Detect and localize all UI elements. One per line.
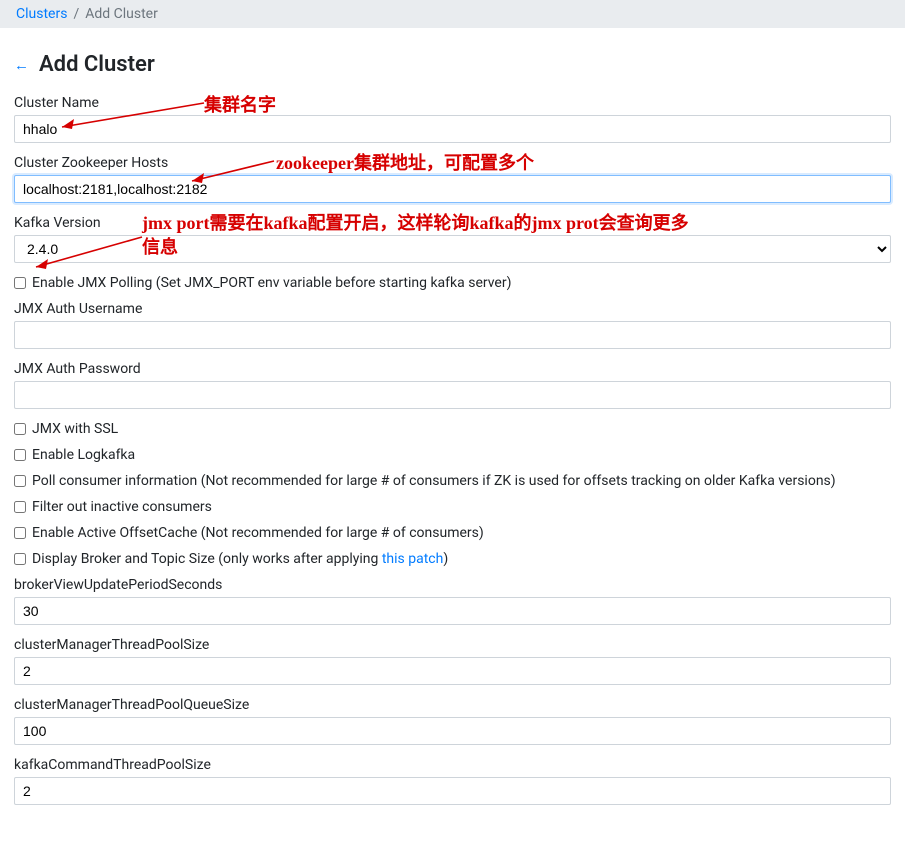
jmx-username-group: JMX Auth Username — [14, 301, 891, 349]
kafka-cmd-pool-size-label: kafkaCommandThreadPoolSize — [14, 757, 891, 773]
zk-hosts-input[interactable] — [14, 175, 891, 203]
broker-view-update-seconds-input[interactable] — [14, 597, 891, 625]
zk-hosts-group: Cluster Zookeeper Hosts zookeeper集群地址，可配… — [14, 155, 891, 203]
cluster-name-group: Cluster Name 集群名字 — [14, 95, 891, 143]
broker-view-update-seconds-group: brokerViewUpdatePeriodSeconds — [14, 577, 891, 625]
enable-logkafka-label: Enable Logkafka — [32, 447, 135, 463]
cluster-mgr-pool-size-input[interactable] — [14, 657, 891, 685]
jmx-username-label: JMX Auth Username — [14, 301, 891, 317]
filter-inactive-consumers-label: Filter out inactive consumers — [32, 499, 212, 515]
jmx-password-group: JMX Auth Password — [14, 361, 891, 409]
page-title: Add Cluster — [39, 52, 155, 77]
enable-active-offset-cache-label: Enable Active OffsetCache (Not recommend… — [32, 525, 484, 541]
display-broker-topic-size-label: Display Broker and Topic Size (only work… — [32, 551, 448, 567]
poll-consumer-info-row: Poll consumer information (Not recommend… — [14, 473, 891, 489]
cluster-mgr-pool-size-label: clusterManagerThreadPoolSize — [14, 637, 891, 653]
page-title-row: ← Add Cluster — [14, 52, 891, 77]
broker-view-update-seconds-label: brokerViewUpdatePeriodSeconds — [14, 577, 891, 593]
enable-active-offset-cache-checkbox[interactable] — [14, 527, 26, 539]
kafka-cmd-pool-size-group: kafkaCommandThreadPoolSize — [14, 757, 891, 805]
kafka-version-select[interactable]: 2.4.0 — [14, 235, 891, 263]
enable-logkafka-row: Enable Logkafka — [14, 447, 891, 463]
jmx-password-label: JMX Auth Password — [14, 361, 891, 377]
cluster-mgr-pool-size-group: clusterManagerThreadPoolSize — [14, 637, 891, 685]
zk-hosts-label: Cluster Zookeeper Hosts — [14, 155, 891, 171]
display-broker-topic-size-row: Display Broker and Topic Size (only work… — [14, 551, 891, 567]
display-broker-topic-size-post: ) — [443, 551, 448, 567]
filter-inactive-consumers-checkbox[interactable] — [14, 501, 26, 513]
kafka-version-label: Kafka Version — [14, 215, 891, 231]
cluster-mgr-pool-queue-size-input[interactable] — [14, 717, 891, 745]
breadcrumb: Clusters / Add Cluster — [0, 0, 905, 28]
breadcrumb-current: Add Cluster — [85, 6, 158, 22]
cluster-mgr-pool-queue-size-group: clusterManagerThreadPoolQueueSize — [14, 697, 891, 745]
this-patch-link[interactable]: this patch — [382, 551, 444, 567]
poll-consumer-info-checkbox[interactable] — [14, 475, 26, 487]
display-broker-topic-size-pre: Display Broker and Topic Size (only work… — [32, 551, 382, 567]
jmx-with-ssl-checkbox[interactable] — [14, 423, 26, 435]
kafka-version-group: Kafka Version 2.4.0 jmx port需要在kafka配置开启… — [14, 215, 891, 263]
jmx-with-ssl-label: JMX with SSL — [32, 421, 118, 437]
cluster-name-input[interactable] — [14, 115, 891, 143]
cluster-mgr-pool-queue-size-label: clusterManagerThreadPoolQueueSize — [14, 697, 891, 713]
kafka-cmd-pool-size-input[interactable] — [14, 777, 891, 805]
enable-jmx-polling-row: Enable JMX Polling (Set JMX_PORT env var… — [14, 275, 891, 291]
breadcrumb-clusters-link[interactable]: Clusters — [16, 6, 67, 22]
jmx-username-input[interactable] — [14, 321, 891, 349]
enable-jmx-polling-label: Enable JMX Polling (Set JMX_PORT env var… — [32, 275, 511, 291]
enable-jmx-polling-checkbox[interactable] — [14, 277, 26, 289]
jmx-with-ssl-row: JMX with SSL — [14, 421, 891, 437]
breadcrumb-sep: / — [73, 6, 79, 22]
display-broker-topic-size-checkbox[interactable] — [14, 553, 26, 565]
back-arrow-icon[interactable]: ← — [14, 56, 29, 74]
poll-consumer-info-label: Poll consumer information (Not recommend… — [32, 473, 836, 489]
enable-logkafka-checkbox[interactable] — [14, 449, 26, 461]
jmx-password-input[interactable] — [14, 381, 891, 409]
enable-active-offset-cache-row: Enable Active OffsetCache (Not recommend… — [14, 525, 891, 541]
filter-inactive-consumers-row: Filter out inactive consumers — [14, 499, 891, 515]
cluster-name-label: Cluster Name — [14, 95, 891, 111]
